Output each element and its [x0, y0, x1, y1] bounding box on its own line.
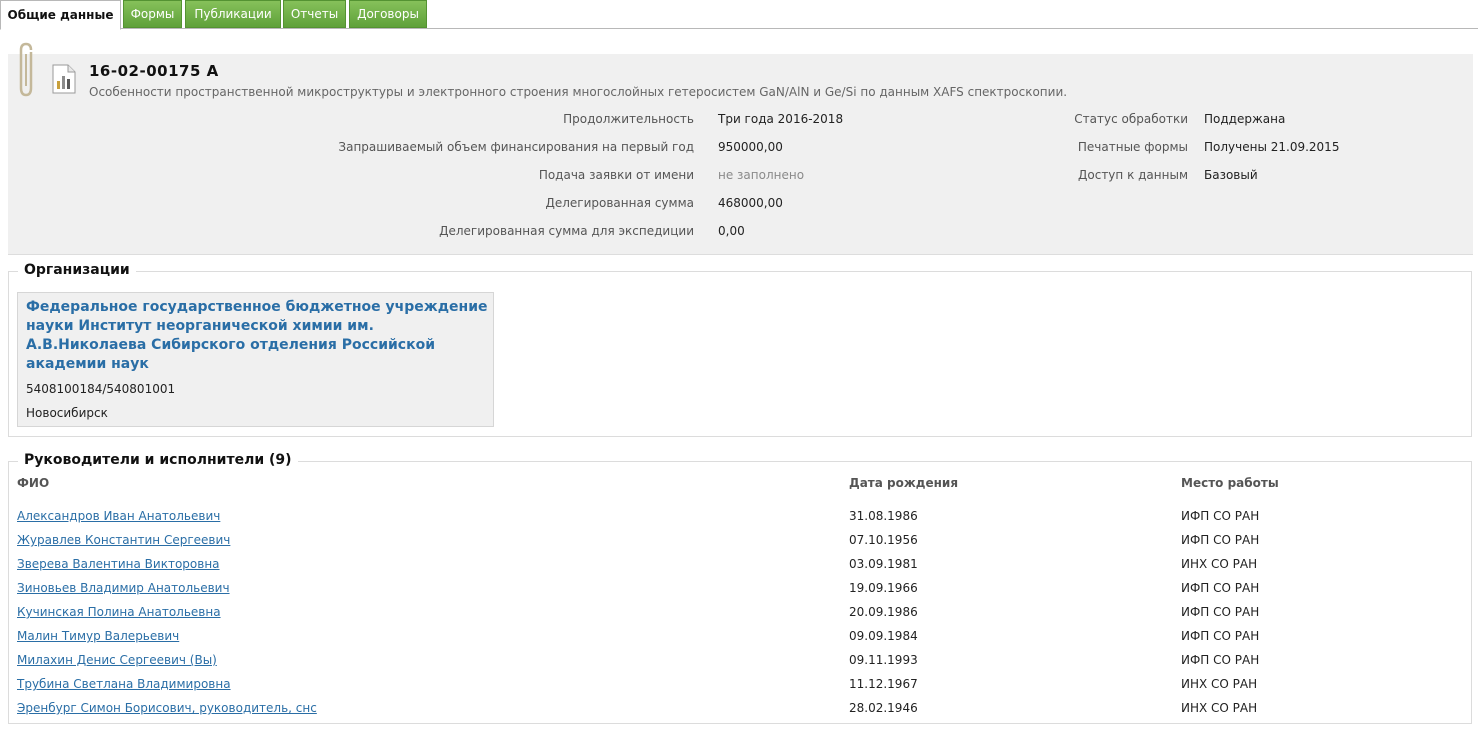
staff-birth-date: 09.11.1993	[849, 653, 918, 667]
organization-inn: 5408100184/540801001	[26, 382, 176, 396]
field-value-duration: Три года 2016-2018	[718, 112, 844, 126]
organization-city: Новосибирск	[26, 406, 108, 420]
staff-name-link[interactable]: Александров Иван Анатольевич	[17, 504, 220, 528]
paperclip-icon	[19, 42, 33, 97]
field-label-print-forms: Печатные формы	[1077, 140, 1188, 154]
field-label-expedition: Делегированная сумма для экспедиции	[439, 224, 694, 238]
staff-birth-date: 28.02.1946	[849, 701, 918, 715]
tab-publications[interactable]: Публикации	[185, 0, 281, 28]
tab-forms[interactable]: Формы	[123, 0, 182, 28]
staff-workplace: ИФП СО РАН	[1181, 653, 1260, 667]
field-value-expedition: 0,00	[718, 224, 745, 238]
field-value-access: Базовый	[1204, 168, 1258, 182]
field-value-funding: 950000,00	[718, 140, 783, 154]
field-value-delegated: 468000,00	[718, 196, 783, 210]
table-row: Милахин Денис Сергеевич (Вы) 09.11.1993 ИФ…	[17, 648, 1467, 672]
staff-workplace: ИНХ СО РАН	[1181, 677, 1258, 691]
staff-birth-date: 07.10.1956	[849, 533, 918, 547]
tab-bar: Общие данные Формы Публикации Отчеты Дог…	[0, 0, 1478, 30]
staff-workplace: ИФП СО РАН	[1181, 581, 1260, 595]
tab-reports[interactable]: Отчеты	[283, 0, 346, 28]
field-value-status: Поддержана	[1204, 112, 1286, 126]
staff-birth-date: 20.09.1986	[849, 605, 918, 619]
field-label-status: Статус обработки	[1074, 112, 1188, 126]
staff-workplace: ИНХ СО РАН	[1181, 701, 1258, 715]
staff-name-link[interactable]: Зиновьев Владимир Анатольевич	[17, 576, 230, 600]
staff-name-link[interactable]: Милахин Денис Сергеевич (Вы)	[17, 648, 217, 672]
table-row: Эренбург Симон Борисович, руководитель, …	[17, 696, 1467, 720]
field-label-duration: Продолжительность	[563, 112, 694, 126]
staff-workplace: ИФП СО РАН	[1181, 509, 1260, 523]
staff-birth-date: 31.08.1986	[849, 509, 918, 523]
staff-workplace: ИФП СО РАН	[1181, 629, 1260, 643]
tab-general[interactable]: Общие данные	[0, 0, 121, 30]
project-panel: 16-02-00175 А Особенности пространственн…	[8, 42, 1473, 255]
table-row: Трубина Светлана Владимировна 11.12.1967 И…	[17, 672, 1467, 696]
staff-name-link[interactable]: Кучинская Полина Анатольевна	[17, 600, 221, 624]
column-header-name: ФИО	[17, 476, 50, 490]
organizations-legend: Организации	[18, 262, 136, 278]
field-label-applicant: Подача заявки от имени	[538, 168, 694, 182]
column-header-work: Место работы	[1181, 476, 1279, 490]
staff-workplace: ИНХ СО РАН	[1181, 557, 1258, 571]
staff-name-link[interactable]: Малин Тимур Валерьевич	[17, 624, 179, 648]
staff-birth-date: 11.12.1967	[849, 677, 918, 691]
organization-card: Федеральное государственное бюджетное уч…	[17, 292, 494, 427]
table-row: Зиновьев Владимир Анатольевич 19.09.1966 И…	[17, 576, 1467, 600]
field-label-delegated: Делегированная сумма	[545, 196, 694, 210]
staff-workplace: ИФП СО РАН	[1181, 605, 1260, 619]
staff-birth-date: 03.09.1981	[849, 557, 918, 571]
tab-contracts[interactable]: Договоры	[349, 0, 427, 28]
project-title: Особенности пространственной микрострукт…	[89, 85, 1068, 99]
field-value-print-forms: Получены 21.09.2015	[1204, 140, 1340, 154]
staff-name-link[interactable]: Эренбург Симон Борисович, руководитель, …	[17, 696, 317, 720]
staff-workplace: ИФП СО РАН	[1181, 533, 1260, 547]
project-code: 16-02-00175 А	[89, 62, 219, 80]
field-label-access: Доступ к данным	[1078, 168, 1188, 182]
organization-name-link[interactable]: Федеральное государственное бюджетное уч…	[26, 298, 491, 374]
field-label-funding: Запрашиваемый объем финансирования на пе…	[338, 140, 694, 154]
staff-legend: Руководители и исполнители (9)	[18, 452, 298, 468]
field-value-applicant: не заполнено	[718, 168, 805, 182]
column-header-birth: Дата рождения	[849, 476, 959, 490]
document-chart-icon	[52, 64, 76, 94]
table-row: Малин Тимур Валерьевич 09.09.1984 ИФП СО Р…	[17, 624, 1467, 648]
table-row: Александров Иван Анатольевич 31.08.1986 ИФ…	[17, 504, 1467, 528]
table-row: Зверева Валентина Викторовна 03.09.1981 ИН…	[17, 552, 1467, 576]
table-row: Кучинская Полина Анатольевна 20.09.1986 ИФ…	[17, 600, 1467, 624]
table-row: Журавлев Константин Сергеевич 07.10.1956 И…	[17, 528, 1467, 552]
staff-name-link[interactable]: Зверева Валентина Викторовна	[17, 552, 220, 576]
staff-birth-date: 19.09.1966	[849, 581, 918, 595]
staff-name-link[interactable]: Журавлев Константин Сергеевич	[17, 528, 230, 552]
staff-name-link[interactable]: Трубина Светлана Владимировна	[17, 672, 231, 696]
staff-birth-date: 09.09.1984	[849, 629, 918, 643]
